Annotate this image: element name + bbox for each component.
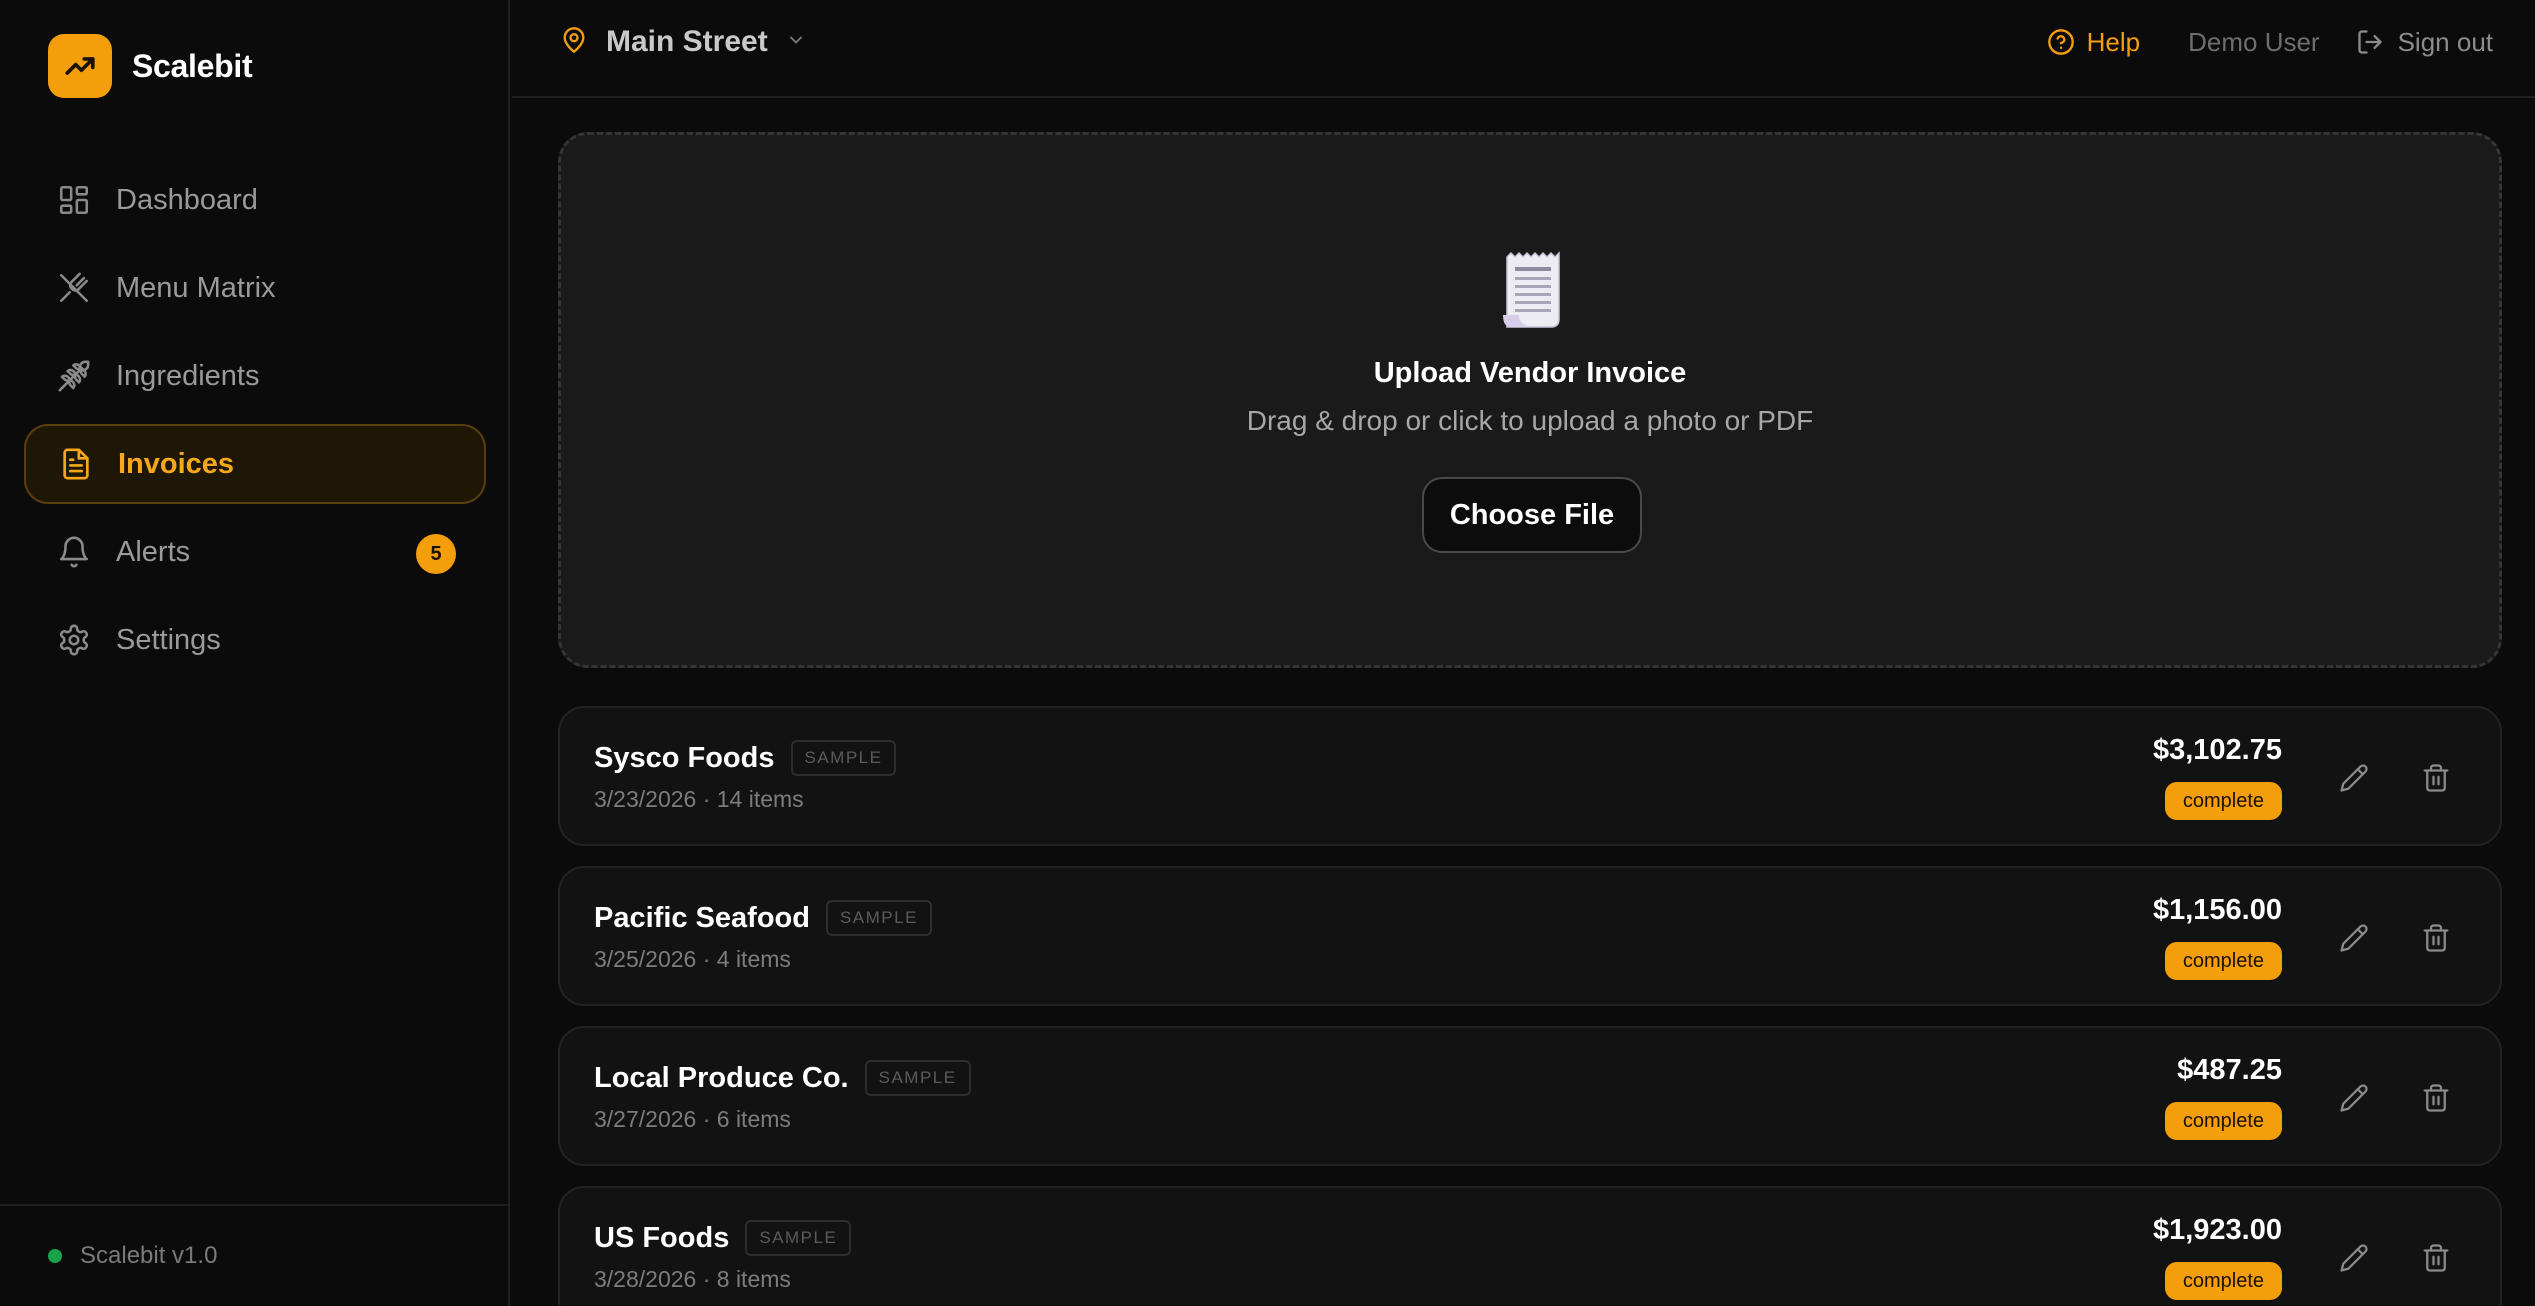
- map-pin-icon: [560, 25, 588, 60]
- location-name: Main Street: [606, 25, 768, 58]
- invoice-total: $1,156.00: [2152, 894, 2282, 926]
- log-out-icon: [2357, 30, 2382, 54]
- bell-icon: [56, 534, 92, 570]
- sidebar: Scalebit Dashboard Menu Matrix Ingredien…: [0, 0, 510, 1306]
- top-actions: Help Demo User Sign out: [2047, 22, 2493, 62]
- invoice-row[interactable]: US Foods SAMPLE 3/28/2026 · 8 items $1,9…: [558, 1186, 2502, 1306]
- sidebar-item-label: Menu Matrix: [116, 271, 276, 304]
- status-dot: [48, 1249, 62, 1263]
- gear-icon: [56, 622, 92, 658]
- upload-subtitle: Drag & drop or click to upload a photo o…: [1246, 405, 1814, 436]
- status-badge: complete: [2164, 1262, 2282, 1300]
- edit-icon[interactable]: [2336, 760, 2372, 796]
- invoice-vendor-row: Pacific Seafood SAMPLE: [594, 900, 932, 936]
- sign-out-button[interactable]: Sign out: [2356, 27, 2493, 58]
- choose-file-button[interactable]: Choose File: [1422, 477, 1642, 553]
- invoice-vendor-row: US Foods SAMPLE: [594, 1220, 852, 1256]
- trash-icon[interactable]: [2418, 760, 2454, 796]
- trash-icon[interactable]: [2418, 1080, 2454, 1116]
- sample-tag: SAMPLE: [864, 1060, 971, 1096]
- sidebar-item-label: Settings: [116, 623, 221, 656]
- invoice-meta: 3/25/2026 · 4 items: [594, 946, 791, 972]
- top-bar: Main Street Help Demo User Sign out: [512, 0, 2535, 98]
- utensils-icon: [56, 270, 92, 306]
- dashboard-icon: [56, 182, 92, 218]
- invoice-meta: 3/27/2026 · 6 items: [594, 1106, 791, 1132]
- sidebar-item-label: Alerts: [116, 535, 191, 568]
- invoice-total: $3,102.75: [2152, 734, 2282, 766]
- invoice-total: $487.25: [2177, 1054, 2282, 1086]
- invoice-total: $1,923.00: [2152, 1214, 2282, 1246]
- app-version: Scalebit v1.0: [80, 1242, 218, 1269]
- sidebar-item-menu-matrix[interactable]: Menu Matrix: [24, 248, 486, 328]
- status-badge: complete: [2164, 782, 2282, 820]
- invoice-vendor-row: Sysco Foods SAMPLE: [594, 740, 897, 776]
- invoice-vendor: Pacific Seafood: [594, 901, 810, 934]
- location-selector[interactable]: Main Street: [560, 22, 806, 62]
- edit-icon[interactable]: [2336, 1080, 2372, 1116]
- invoice-vendor: Sysco Foods: [594, 741, 775, 774]
- sidebar-item-alerts[interactable]: Alerts 5: [24, 512, 486, 592]
- chevron-down-icon: [786, 30, 806, 55]
- user-name: Demo User: [2188, 26, 2320, 57]
- sidebar-footer: Scalebit v1.0: [0, 1204, 508, 1306]
- sample-tag: SAMPLE: [790, 740, 897, 776]
- wheat-icon: [56, 358, 92, 394]
- sidebar-item-settings[interactable]: Settings: [24, 600, 486, 680]
- receipt-icon: [1501, 251, 1565, 331]
- brand-name: Scalebit: [132, 47, 253, 84]
- trash-icon[interactable]: [2418, 1240, 2454, 1276]
- invoice-meta: 3/28/2026 · 8 items: [594, 1266, 791, 1292]
- edit-icon[interactable]: [2336, 1240, 2372, 1276]
- help-circle-icon: [2047, 29, 2074, 55]
- brand[interactable]: Scalebit: [48, 34, 253, 98]
- sidebar-item-ingredients[interactable]: Ingredients: [24, 336, 486, 416]
- invoice-row[interactable]: Pacific Seafood SAMPLE 3/25/2026 · 4 ite…: [558, 866, 2502, 1006]
- invoice-vendor-row: Local Produce Co. SAMPLE: [594, 1060, 971, 1096]
- help-link[interactable]: Help: [2047, 27, 2140, 58]
- trending-up-icon: [48, 34, 112, 98]
- sidebar-nav: Dashboard Menu Matrix Ingredients Invoic…: [24, 160, 486, 688]
- invoice-meta: 3/23/2026 · 14 items: [594, 786, 804, 812]
- sidebar-item-label: Dashboard: [116, 183, 258, 216]
- sidebar-item-label: Invoices: [118, 447, 235, 480]
- sign-out-label: Sign out: [2397, 26, 2493, 57]
- status-badge: complete: [2164, 1102, 2282, 1140]
- invoice-vendor: US Foods: [594, 1221, 730, 1254]
- sidebar-item-dashboard[interactable]: Dashboard: [24, 160, 486, 240]
- invoice-upload-dropzone[interactable]: Upload Vendor Invoice Drag & drop or cli…: [558, 132, 2502, 668]
- alerts-count-badge: 5: [416, 534, 456, 574]
- edit-icon[interactable]: [2336, 920, 2372, 956]
- invoice-row[interactable]: Sysco Foods SAMPLE 3/23/2026 · 14 items …: [558, 706, 2502, 846]
- app-root: Scalebit Dashboard Menu Matrix Ingredien…: [0, 0, 2535, 1306]
- file-text-icon: [58, 446, 94, 482]
- sidebar-item-invoices[interactable]: Invoices: [24, 424, 486, 504]
- trash-icon[interactable]: [2418, 920, 2454, 956]
- sidebar-item-label: Ingredients: [116, 359, 260, 392]
- status-badge: complete: [2164, 942, 2282, 980]
- invoice-vendor: Local Produce Co.: [594, 1061, 849, 1094]
- upload-title: Upload Vendor Invoice: [1373, 357, 1687, 389]
- help-label: Help: [2086, 26, 2141, 57]
- sample-tag: SAMPLE: [825, 900, 932, 936]
- sample-tag: SAMPLE: [745, 1220, 852, 1256]
- invoice-row[interactable]: Local Produce Co. SAMPLE 3/27/2026 · 6 i…: [558, 1026, 2502, 1166]
